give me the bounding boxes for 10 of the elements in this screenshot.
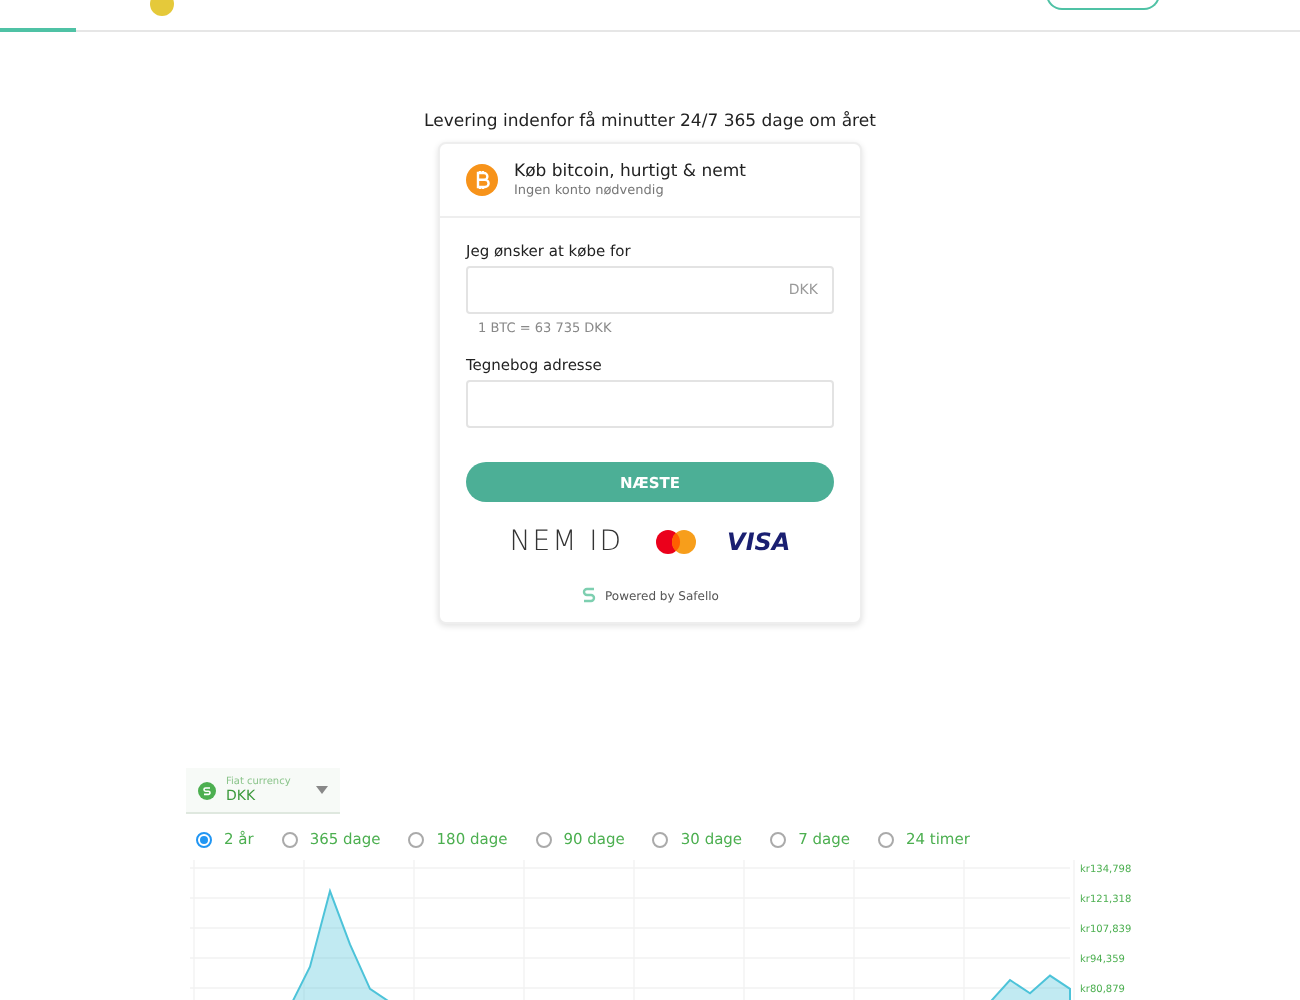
bitcoin-icon	[466, 164, 498, 196]
nemid-logo: NEM ID	[509, 526, 624, 558]
currency-icon	[198, 781, 216, 799]
wallet-address-field[interactable]	[466, 380, 834, 428]
visa-logo: VISA	[727, 528, 791, 556]
tagline: Levering indenfor få minutter 24/7 365 dage om året	[424, 112, 876, 132]
safello-icon	[581, 586, 595, 606]
mastercard-logo	[655, 530, 696, 554]
caret-icon	[316, 786, 328, 794]
card-title: Køb bitcoin, hurtigt & nemt	[514, 162, 746, 182]
